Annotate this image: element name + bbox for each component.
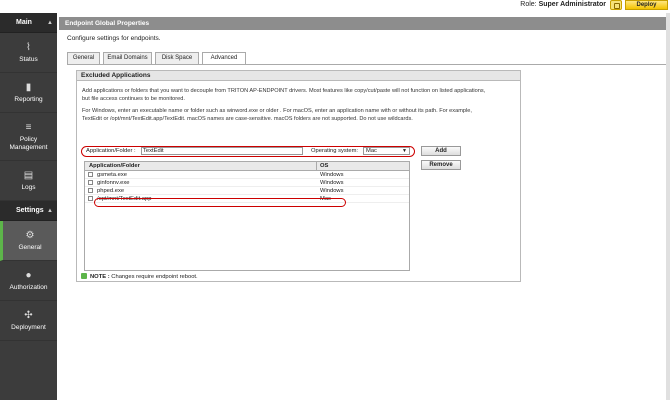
main-content: Endpoint Global Properties Configure set… [57,13,670,400]
bar-chart-icon: ▮ [25,82,32,93]
tab-general[interactable]: General [67,52,100,64]
excluded-applications-panel: Excluded Applications Add applications o… [76,70,521,282]
description-line: but file access continues to be monitore… [82,96,185,102]
chevron-down-icon: ▼ [402,148,407,154]
description-line: Add applications or folders that you wan… [82,88,486,94]
sidebar-item-reporting[interactable]: ▮ Reporting [0,73,57,113]
tab-email-domains[interactable]: Email Domains [103,52,152,64]
sidebar-main-header[interactable]: Main ▲ [0,13,57,33]
sidebar-item-deployment[interactable]: ✣ Deployment [0,301,57,341]
table-row[interactable]: gsmeta.exe Windows [85,171,409,179]
scrollbar-track[interactable] [666,13,670,400]
sidebar: Main ▲ ⌇ Status ▮ Reporting ≡ Policy Mana… [0,13,57,400]
row-application: phped.exe [97,188,125,194]
row-os: Windows [320,188,344,194]
panel-title: Excluded Applications [77,71,520,81]
role-indicator: Role: Super Administrator [520,1,606,8]
network-icon: ✣ [24,310,33,321]
sidebar-item-authorization[interactable]: ● Authorization [0,261,57,301]
sidebar-item-policy-management[interactable]: ≡ Policy Management [0,113,57,161]
row-application: ginfonnv.exe [97,180,130,186]
operating-system-select[interactable]: Mac ▼ [363,147,410,155]
page-title: Endpoint Global Properties [59,17,668,30]
table-row[interactable]: phped.exe Windows [85,187,409,195]
page-subtitle: Configure settings for endpoints. [67,35,161,42]
chevron-up-icon: ▲ [47,208,53,214]
highlight-oval [94,198,346,207]
application-folder-input[interactable]: TextEdit [141,147,303,155]
row-checkbox[interactable] [88,196,93,201]
operating-system-label: Operating system: [311,148,359,154]
column-divider [316,162,317,171]
description-line: TextEdit or /opt/mnt/TextEdit.app/TextEd… [82,116,413,122]
row-os: Windows [320,172,344,178]
row-os: Windows [320,180,344,186]
user-icon: ● [25,270,32,281]
sidebar-item-logs[interactable]: ▤ Logs [0,161,57,201]
chevron-up-icon: ▲ [47,20,53,26]
table-header: Application/Folder OS [85,162,409,171]
description-line: For Windows, enter an executable name or… [82,108,472,114]
note-icon [81,273,87,279]
row-checkbox[interactable] [88,188,93,193]
column-header-application[interactable]: Application/Folder [89,162,140,171]
top-bar: Role: Super Administrator Deploy [0,0,670,11]
sidebar-item-status[interactable]: ⌇ Status [0,33,57,73]
pulse-icon: ⌇ [26,42,31,53]
sidebar-item-general[interactable]: ⚙ General [0,221,57,261]
row-application: gsmeta.exe [97,172,127,178]
list-icon: ≡ [25,122,32,133]
table-row[interactable]: ginfonnv.exe Windows [85,179,409,187]
tab-divider [67,64,666,65]
excluded-applications-table: Application/Folder OS gsmeta.exe Windows… [84,161,410,271]
reboot-note: NOTE : Changes require endpoint reboot. [81,273,198,281]
column-header-os[interactable]: OS [320,162,328,171]
row-checkbox[interactable] [88,172,93,177]
add-button[interactable]: Add [421,146,461,156]
log-icon: ▤ [23,170,34,181]
sidebar-settings-header[interactable]: Settings ▲ [0,201,57,221]
remove-button[interactable]: Remove [421,160,461,170]
gear-icon: ⚙ [25,230,35,241]
row-checkbox[interactable] [88,180,93,185]
application-folder-label: Application/Folder : [86,148,136,154]
lock-icon[interactable] [610,0,622,10]
deploy-button[interactable]: Deploy [625,0,668,10]
tab-disk-space[interactable]: Disk Space [155,52,199,64]
